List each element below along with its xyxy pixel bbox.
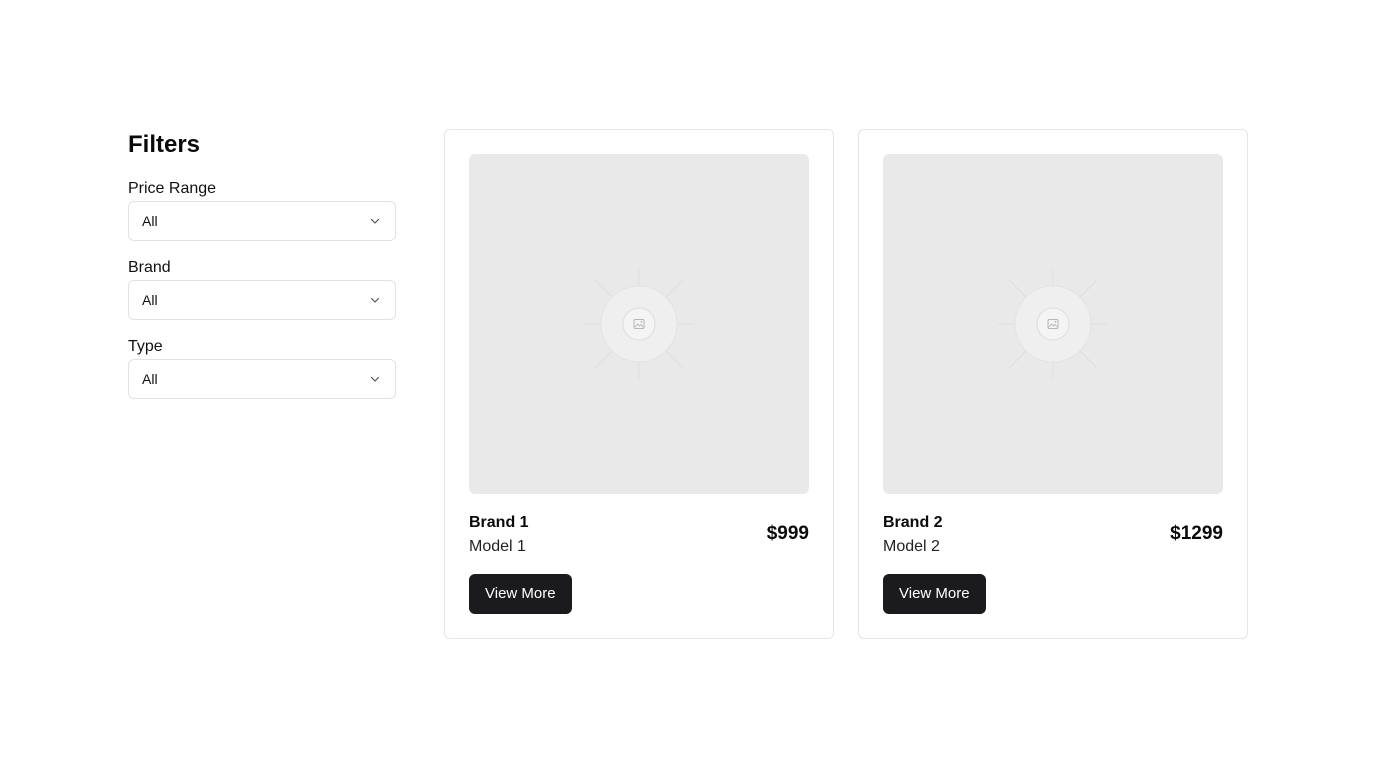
filter-group-brand: Brand All (128, 259, 396, 320)
product-model: Model 2 (883, 538, 940, 555)
product-brand: Brand 2 (883, 514, 943, 531)
price-range-value: All (142, 213, 158, 229)
type-select[interactable]: All (128, 359, 396, 399)
brand-value: All (142, 292, 158, 308)
chevron-down-icon (370, 376, 380, 382)
product-model: Model 1 (469, 538, 526, 555)
filters-sidebar: Filters Price Range All Brand All Type A… (128, 130, 396, 417)
view-more-button[interactable]: View More (469, 574, 572, 614)
filter-group-price-range: Price Range All (128, 180, 396, 241)
image-icon (998, 269, 1108, 379)
price-range-select[interactable]: All (128, 201, 396, 241)
type-label: Type (128, 338, 163, 355)
product-brand: Brand 1 (469, 514, 529, 531)
type-value: All (142, 371, 158, 387)
product-image-placeholder (883, 154, 1223, 494)
product-card: Brand 1 Model 1 $999 View More (444, 129, 834, 639)
view-more-button[interactable]: View More (883, 574, 986, 614)
brand-select[interactable]: All (128, 280, 396, 320)
brand-label: Brand (128, 259, 171, 276)
product-card: Brand 2 Model 2 $1299 View More (858, 129, 1248, 639)
price-range-label: Price Range (128, 180, 217, 197)
chevron-down-icon (370, 218, 380, 224)
product-price: $999 (766, 523, 809, 544)
chevron-down-icon (370, 297, 380, 303)
product-image-placeholder (469, 154, 809, 494)
filters-title: Filters (128, 131, 201, 158)
image-icon (584, 269, 694, 379)
filter-group-type: Type All (128, 338, 396, 399)
product-price: $1299 (1170, 523, 1223, 544)
